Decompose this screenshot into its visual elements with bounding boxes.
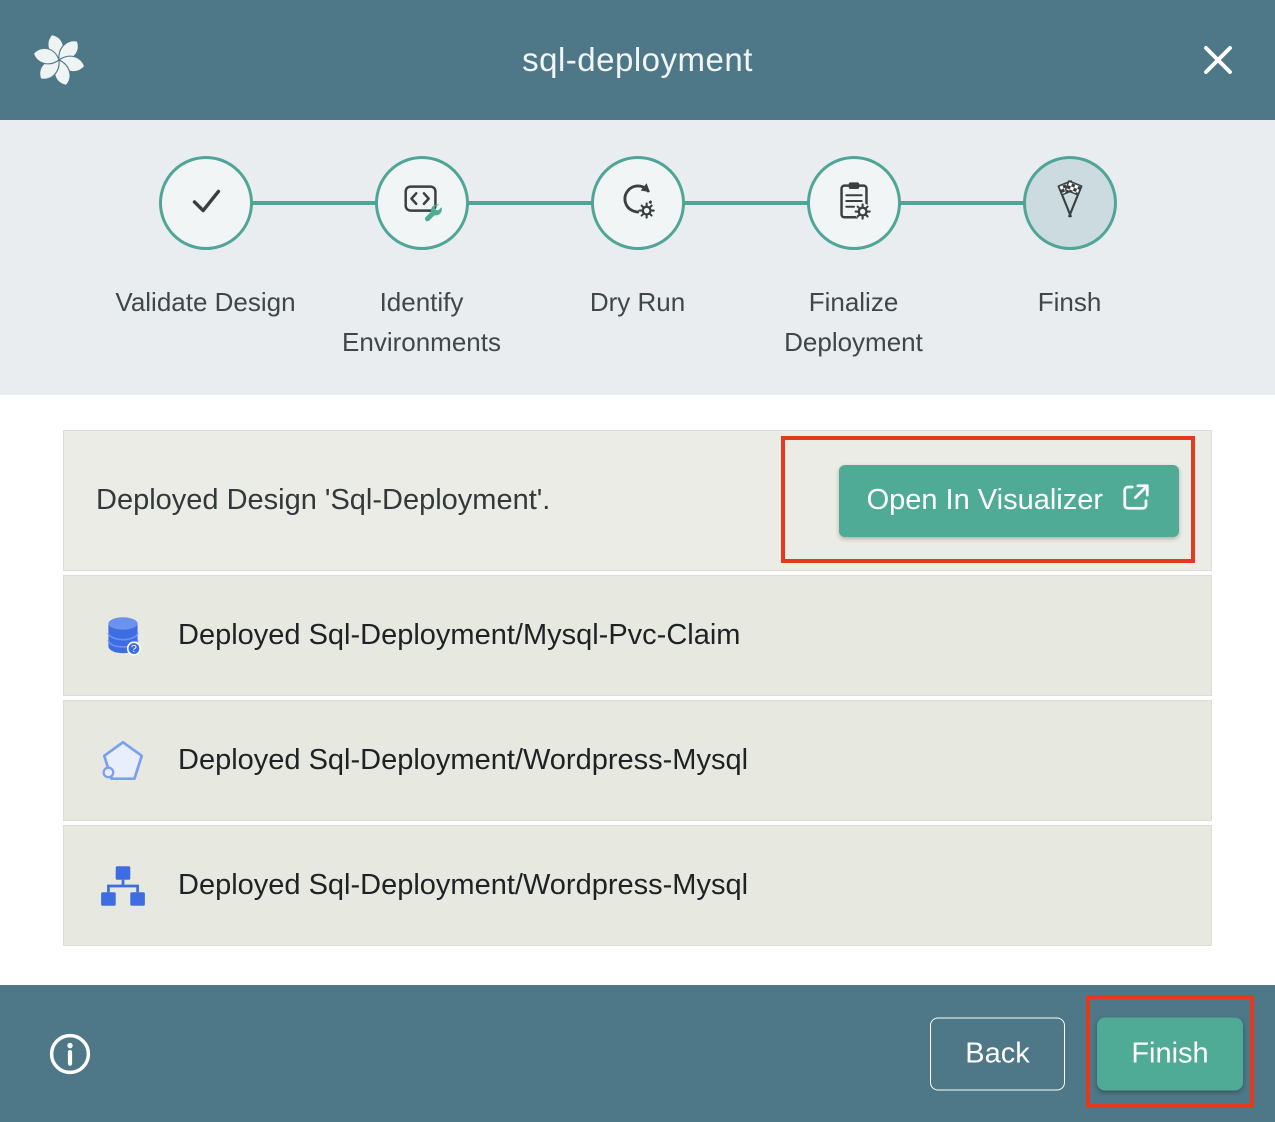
- clipboard-gear-icon: [831, 178, 877, 229]
- step-label: Finalize Deployment: [759, 282, 949, 362]
- info-icon[interactable]: [47, 1031, 93, 1077]
- step-dry-run: Dry Run: [530, 156, 746, 362]
- hierarchy-icon: [98, 861, 148, 911]
- step-label: Finsh: [1038, 282, 1102, 322]
- check-icon: [183, 178, 229, 229]
- modal-footer: Back Finish: [0, 985, 1275, 1122]
- result-row-text: Deployed Sql-Deployment/Wordpress-Mysql: [178, 869, 748, 902]
- external-link-icon: [1121, 482, 1151, 520]
- open-in-visualizer-button[interactable]: Open In Visualizer: [839, 465, 1179, 537]
- step-validate-design: Validate Design: [98, 156, 314, 362]
- result-row-text: Deployed Sql-Deployment/Wordpress-Mysql: [178, 744, 748, 777]
- step-finish: Finsh: [962, 156, 1178, 362]
- finish-flags-icon: [1047, 178, 1093, 229]
- open-in-visualizer-label: Open In Visualizer: [867, 484, 1103, 517]
- result-row: Deployed Sql-Deployment/Wordpress-Mysql: [63, 825, 1212, 946]
- sync-gear-icon: [615, 178, 661, 229]
- deployed-design-text: Deployed Design 'Sql-Deployment'.: [96, 484, 550, 517]
- modal-title: sql-deployment: [0, 41, 1275, 79]
- summary-row: Deployed Design 'Sql-Deployment'. Open I…: [63, 430, 1212, 571]
- step-finish-circle[interactable]: [1023, 156, 1117, 250]
- svg-text:?: ?: [131, 644, 137, 655]
- step-identify-environments-circle[interactable]: [375, 156, 469, 250]
- result-row-text: Deployed Sql-Deployment/Mysql-Pvc-Claim: [178, 619, 740, 652]
- result-row: ? Deployed Sql-Deployment/Mysql-Pvc-Clai…: [63, 575, 1212, 696]
- results-list: Deployed Design 'Sql-Deployment'. Open I…: [63, 430, 1212, 950]
- results-panel: Deployed Design 'Sql-Deployment'. Open I…: [0, 395, 1275, 985]
- code-wrench-icon: [399, 178, 445, 229]
- finish-button[interactable]: Finish: [1097, 1017, 1243, 1090]
- step-finalize-deployment-circle[interactable]: [807, 156, 901, 250]
- step-identify-environments: Identify Environments: [314, 156, 530, 362]
- wizard-stepper: Validate Design Identify Environments: [0, 120, 1275, 395]
- step-label: Dry Run: [590, 282, 685, 322]
- step-finalize-deployment: Finalize Deployment: [746, 156, 962, 362]
- close-icon[interactable]: [1197, 39, 1239, 81]
- database-icon: ?: [98, 611, 148, 661]
- modal-header: sql-deployment: [0, 0, 1275, 120]
- step-label: Validate Design: [115, 282, 295, 322]
- step-dry-run-circle[interactable]: [591, 156, 685, 250]
- back-button[interactable]: Back: [930, 1017, 1065, 1090]
- result-row: Deployed Sql-Deployment/Wordpress-Mysql: [63, 700, 1212, 821]
- pentagon-icon: [98, 736, 148, 786]
- step-validate-design-circle[interactable]: [159, 156, 253, 250]
- deployment-wizard-modal: sql-deployment Validate Design: [0, 0, 1275, 1122]
- step-label: Identify Environments: [327, 282, 517, 362]
